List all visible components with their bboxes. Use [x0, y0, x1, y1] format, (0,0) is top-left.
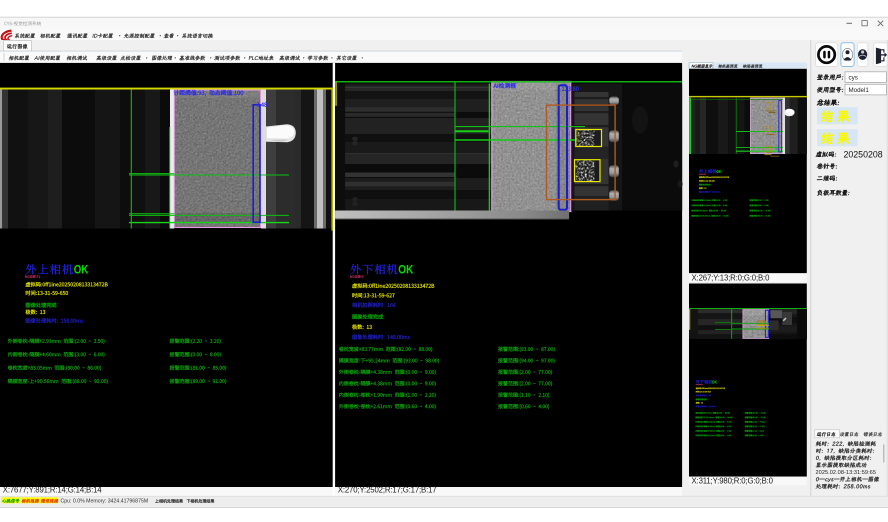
svg-text:OK: OK: [716, 169, 722, 175]
svg-text:OK: OK: [74, 262, 89, 276]
svg-text:OK: OK: [398, 262, 413, 276]
svg-text:X:267;Y:13;R:0;G:0;B:0: X:267;Y:13;R:0;G:0;B:0: [692, 273, 771, 282]
svg-text:Cpu: 0.0% Memory: 3424.4179687: Cpu: 0.0% Memory: 3424.41796875M: [61, 499, 149, 505]
svg-text:2025.02.08-13:31:59:65: 2025.02.08-13:31:59:65: [816, 470, 877, 476]
svg-text:X:7677;Y:891;R:14;G:14;B:14: X:7677;Y:891;R:14;G:14;B:14: [3, 485, 102, 494]
svg-text:X:270;Y:2502;R:17;G:17;B:17: X:270;Y:2502;R:17;G:17;B:17: [338, 485, 437, 494]
svg-text:X:311;Y:980;R:0;G:0;B:0: X:311;Y:980;R:0;G:0;B:0: [692, 477, 774, 486]
svg-text:20250208: 20250208: [844, 149, 883, 159]
svg-text:OK: OK: [712, 379, 718, 384]
svg-text:cys: cys: [849, 74, 858, 81]
svg-text:Model1: Model1: [849, 87, 870, 94]
